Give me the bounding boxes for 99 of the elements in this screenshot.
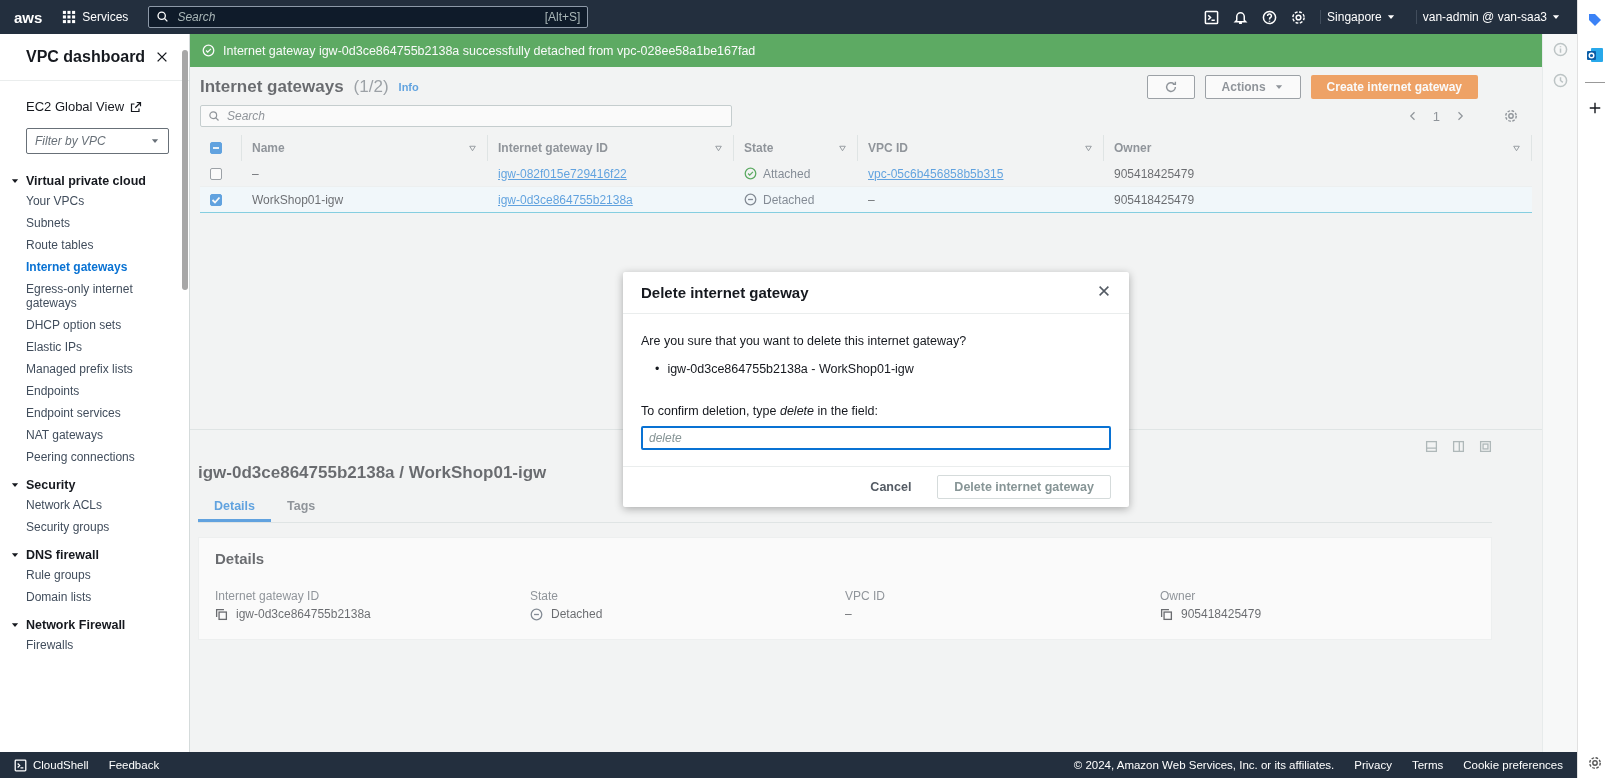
table-cell: WorkShop01-igw xyxy=(252,192,344,207)
region-menu[interactable]: Singapore xyxy=(1320,10,1402,24)
field-value: – xyxy=(845,607,852,621)
info-icon[interactable] xyxy=(1552,42,1568,57)
nav-link[interactable]: Network ACLs xyxy=(0,494,189,516)
plus-icon[interactable] xyxy=(1587,101,1602,115)
confirm-input[interactable]: delete xyxy=(641,426,1111,450)
field-label: VPC ID xyxy=(845,589,886,603)
scrollbar[interactable] xyxy=(182,50,188,290)
gateway-item: igw-0d3ce864755b2138a - WorkShop01-igw xyxy=(667,361,914,378)
nav-link[interactable]: Endpoints xyxy=(0,380,189,402)
status-text: Attached xyxy=(763,166,811,181)
settings-icon[interactable] xyxy=(1291,9,1307,25)
check-circle-icon xyxy=(202,44,215,57)
terminal-icon[interactable] xyxy=(1204,9,1220,25)
card-title: Details xyxy=(215,550,266,567)
copy-icon[interactable] xyxy=(1160,607,1173,621)
table-cell: 905418425479 xyxy=(1114,192,1195,207)
nav-link[interactable]: Peering connections xyxy=(0,446,189,468)
feedback-link[interactable]: Feedback xyxy=(108,759,160,771)
nav-link[interactable]: NAT gateways xyxy=(0,424,189,446)
global-view-link[interactable]: EC2 Global View xyxy=(0,81,189,124)
aws-logo[interactable]: aws xyxy=(14,8,43,26)
close-icon[interactable] xyxy=(155,50,169,64)
nav-link[interactable]: Subnets xyxy=(0,212,189,234)
panel-hide-icon[interactable] xyxy=(1479,440,1492,453)
sort-icon xyxy=(714,143,723,153)
footer-link[interactable]: Privacy xyxy=(1354,759,1392,771)
checkbox[interactable] xyxy=(210,142,222,154)
settings-icon[interactable] xyxy=(1587,756,1602,770)
nav-link[interactable]: Domain lists xyxy=(0,586,189,608)
checkbox[interactable] xyxy=(210,167,222,180)
field-value: igw-0d3ce864755b2138a xyxy=(236,607,371,621)
help-icon[interactable] xyxy=(1262,9,1278,25)
panel-side-icon[interactable] xyxy=(1452,440,1465,453)
field-value: 905418425479 xyxy=(1181,607,1262,621)
nav-link[interactable]: Endpoint services xyxy=(0,402,189,424)
search-icon xyxy=(208,110,220,122)
nav-link[interactable]: Egress-only internet gateways xyxy=(0,278,189,314)
refresh-icon xyxy=(1163,80,1178,94)
table-title: Internet gateways xyxy=(200,77,344,97)
mail-app-icon[interactable] xyxy=(1585,46,1604,64)
footer-link[interactable]: Terms xyxy=(1411,759,1444,771)
account-menu[interactable]: van-admin @ van-saa3 xyxy=(1415,10,1567,24)
clock-icon[interactable] xyxy=(1552,73,1568,88)
search-field[interactable]: Search xyxy=(200,105,732,127)
minus-circle-icon xyxy=(530,607,543,621)
copy-icon[interactable] xyxy=(215,607,228,621)
footer-link[interactable]: Cookie preferences xyxy=(1463,759,1563,771)
field-label: Internet gateway ID xyxy=(215,589,321,603)
sidebar-title: VPC dashboard xyxy=(26,48,146,66)
nav-link[interactable]: Elastic IPs xyxy=(0,336,189,358)
copyright-text: © 2024, Amazon Web Services, Inc. or its affiliates. xyxy=(1073,759,1335,771)
refresh-button[interactable] xyxy=(1146,75,1195,99)
checkbox[interactable] xyxy=(210,193,222,206)
selection-count: (1/2) xyxy=(353,77,389,97)
terminal-icon xyxy=(14,758,27,772)
shortcut-hint: [Alt+S] xyxy=(544,10,581,24)
services-menu[interactable]: Services xyxy=(56,9,135,25)
filter-select[interactable]: Filter by VPC xyxy=(26,128,169,154)
nav-section-header[interactable]: Network Firewall xyxy=(0,616,136,634)
nav-link[interactable]: Internet gateways xyxy=(0,256,189,278)
status-text: Detached xyxy=(763,192,815,207)
bullet: • xyxy=(655,361,660,378)
confirm-instruction: To confirm deletion, type delete in the field: xyxy=(641,404,879,418)
table-cell: – xyxy=(868,192,875,207)
dialog-question: Are you sure that you want to delete this internet gateway? xyxy=(641,334,968,348)
nav-link[interactable]: Security groups xyxy=(0,516,189,538)
grid-icon xyxy=(62,10,77,24)
nav-link[interactable]: DHCP option sets xyxy=(0,314,189,336)
nav-section-header[interactable]: DNS firewall xyxy=(0,546,109,564)
cancel-button[interactable]: Cancel xyxy=(864,479,918,495)
nav-link[interactable]: Rule groups xyxy=(0,564,189,586)
nav-link[interactable]: Firewalls xyxy=(0,634,189,656)
banner-message: Internet gateway igw-0d3ce864755b2138a successfully detached from vpc-028ee58a1be167fad xyxy=(223,43,756,58)
nav-link[interactable]: Your VPCs xyxy=(0,190,189,212)
external-link-icon xyxy=(130,100,143,113)
field-value: Detached xyxy=(551,607,603,621)
cloudshell-link[interactable]: CloudShell xyxy=(14,758,89,772)
sort-icon xyxy=(1512,143,1521,153)
sort-icon xyxy=(1084,143,1093,153)
minus-circle-icon xyxy=(744,193,757,206)
nav-link[interactable]: Route tables xyxy=(0,234,189,256)
table-cell: – xyxy=(252,166,259,181)
nav-link[interactable]: Managed prefix lists xyxy=(0,358,189,380)
dialog-title: Delete internet gateway xyxy=(641,284,809,301)
panel-title: igw-0d3ce864755b2138a / WorkShop01-igw xyxy=(198,463,548,483)
nav-section-header[interactable]: Security xyxy=(0,476,86,494)
sort-icon xyxy=(468,143,477,153)
nav-section-header[interactable]: Virtual private cloud xyxy=(0,172,156,190)
bell-icon[interactable] xyxy=(1233,9,1249,25)
tag-icon[interactable] xyxy=(1586,12,1603,28)
sort-icon xyxy=(838,143,847,153)
field-label: Owner xyxy=(1160,589,1197,603)
search-icon xyxy=(156,10,170,23)
panel-bottom-icon[interactable] xyxy=(1425,440,1438,453)
check-circle-icon xyxy=(744,167,757,180)
field-label: State xyxy=(530,589,560,603)
table-cell: 905418425479 xyxy=(1114,166,1195,181)
